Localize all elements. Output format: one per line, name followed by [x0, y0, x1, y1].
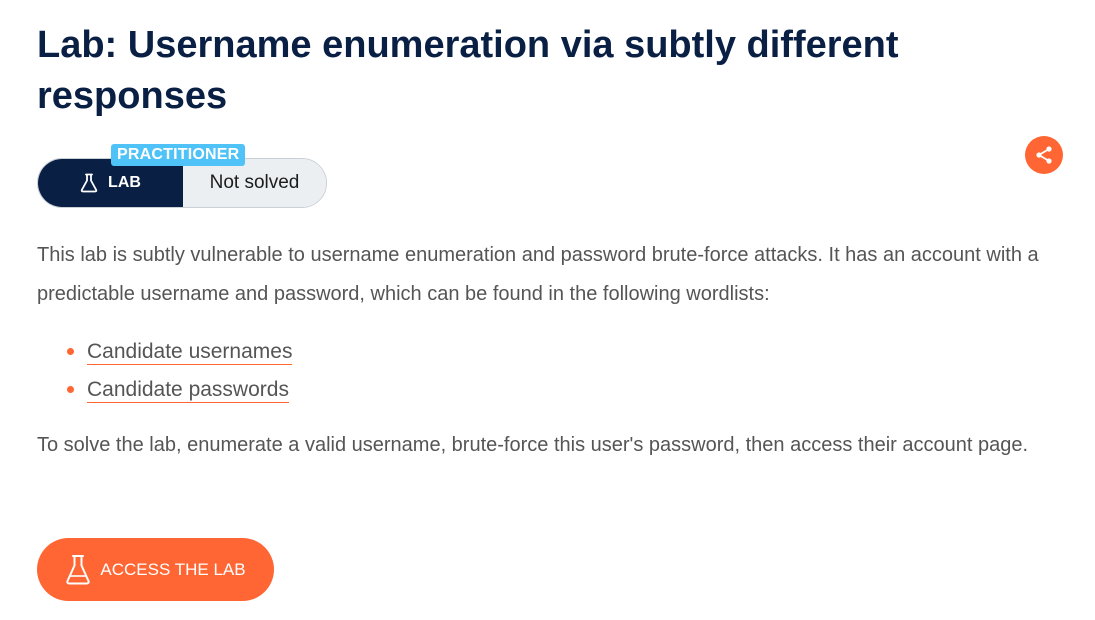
- candidate-passwords-link[interactable]: Candidate passwords: [87, 378, 289, 403]
- lab-type-text: LAB: [108, 174, 141, 191]
- share-button[interactable]: [1025, 136, 1063, 174]
- solve-instructions: To solve the lab, enumerate a valid user…: [37, 434, 1029, 456]
- page-title: Lab: Username enumeration via subtly dif…: [37, 24, 899, 117]
- access-lab-label: ACCESS THE LAB: [100, 559, 246, 579]
- access-lab-button[interactable]: ACCESS THE LAB: [37, 538, 274, 601]
- lab-type-label: LAB: [38, 159, 183, 207]
- list-item: Candidate usernames: [37, 333, 293, 371]
- list-item: Candidate passwords: [37, 371, 292, 409]
- candidate-usernames-link[interactable]: Candidate usernames: [87, 340, 293, 365]
- flask-icon: [66, 554, 91, 584]
- lab-page: Lab: Username enumeration via subtly dif…: [0, 0, 1095, 620]
- lab-description: This lab is subtly vulnerable to usernam…: [37, 244, 1039, 305]
- flask-icon: [80, 173, 98, 193]
- wordlist-links: Candidate usernames Candidate passwords: [37, 333, 293, 409]
- bullet-dot: [67, 348, 74, 355]
- share-icon: [1036, 146, 1052, 164]
- solved-status: Not solved: [183, 159, 326, 207]
- level-tag: PRACTITIONER: [111, 144, 246, 166]
- bullet-dot: [67, 386, 74, 393]
